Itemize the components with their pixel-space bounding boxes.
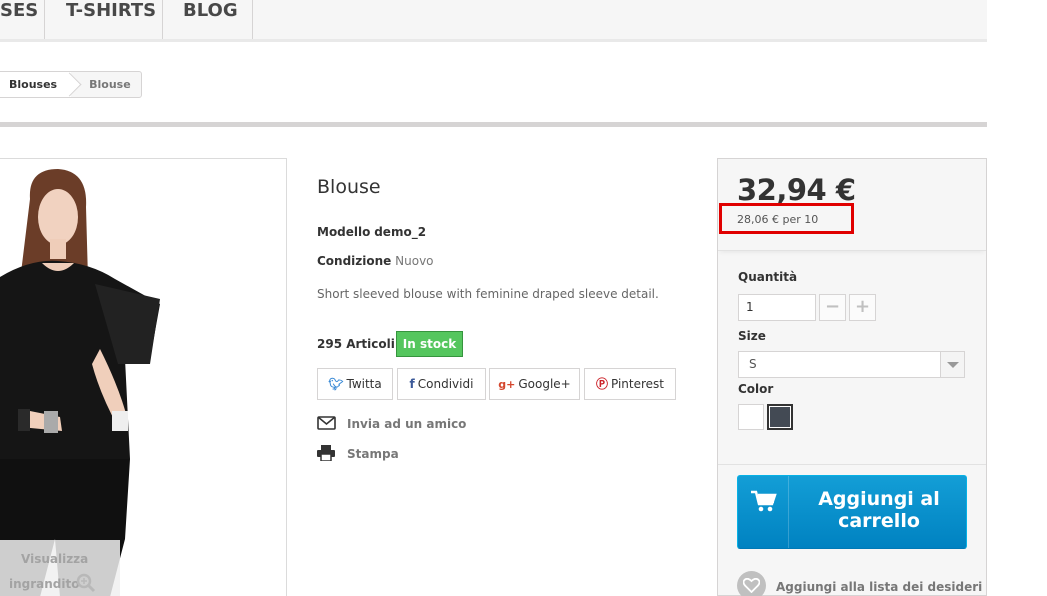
googleplus-share-label: Google+	[518, 377, 571, 391]
product-description: Short sleeved blouse with feminine drape…	[317, 287, 659, 301]
send-to-friend-label: Invia ad un amico	[347, 417, 467, 431]
pinterest-share-button[interactable]: Ⓟ Pinterest	[584, 368, 676, 400]
quantity-input[interactable]: 1	[738, 294, 816, 321]
facebook-share-label: Condividi	[417, 377, 474, 391]
nav-item-dresses[interactable]: SES	[0, 0, 45, 39]
breadcrumb: Blouses Blouse	[0, 71, 142, 98]
size-select[interactable]: S	[738, 351, 965, 378]
printer-icon	[317, 445, 335, 461]
quantity-available: 295 Articoli	[317, 337, 395, 351]
zoom-label-line2: ingrandito	[9, 577, 80, 591]
product-title: Blouse	[317, 176, 381, 198]
breadcrumb-item-blouses[interactable]: Blouses	[0, 72, 72, 97]
nav-item-tshirts[interactable]: T-SHIRTS	[45, 0, 163, 39]
product-condition: Condizione Nuovo	[317, 254, 434, 268]
breadcrumb-label: Blouse	[89, 78, 131, 91]
magnifier-icon	[76, 573, 96, 593]
reference-value: demo_2	[374, 225, 427, 239]
add-to-cart-area: Aggiungi al carrello Aggiungi alla lista…	[718, 464, 986, 596]
nav-item-blog[interactable]: BLOG	[163, 0, 253, 39]
pinterest-share-label: Pinterest	[611, 377, 665, 391]
googleplus-icon: g+	[498, 378, 516, 391]
nav-item-label: BLOG	[183, 0, 238, 21]
twitter-share-label: Twitta	[346, 377, 382, 391]
chevron-down-icon	[940, 352, 964, 377]
view-larger-button[interactable]: Visualizza ingrandito	[0, 540, 120, 596]
color-swatch-white[interactable]	[738, 404, 764, 430]
wishlist-label: Aggiungi alla lista dei desideri	[776, 580, 983, 594]
facebook-share-button[interactable]: f Condividi	[397, 368, 486, 400]
product-photo	[0, 169, 160, 596]
condition-label: Condizione	[317, 254, 392, 268]
quantity-decrease-button[interactable]: −	[819, 294, 846, 321]
heart-icon-circle	[737, 571, 766, 596]
size-label: Size	[738, 329, 766, 343]
print-label: Stampa	[347, 447, 399, 461]
minus-icon: −	[824, 296, 841, 317]
twitter-icon: 🐦︎	[328, 377, 344, 391]
quantity-increase-button[interactable]: +	[849, 294, 876, 321]
zoom-label-line1: Visualizza	[21, 552, 89, 566]
nav-item-label: SES	[0, 0, 39, 21]
product-price: 32,94 €	[737, 173, 856, 207]
product-reference: Modello demo_2	[317, 225, 426, 239]
twitter-share-button[interactable]: 🐦︎ Twitta	[317, 368, 393, 400]
unit-price-highlight-box	[719, 203, 854, 234]
availability-badge: In stock	[396, 331, 463, 357]
condition-value: Nuovo	[395, 254, 434, 268]
breadcrumb-item-current: Blouse	[71, 72, 141, 97]
cart-icon-wrapper	[738, 476, 789, 548]
product-image-frame[interactable]	[0, 158, 287, 596]
cart-icon	[751, 490, 777, 512]
add-to-cart-label: Aggiungi al carrello	[818, 488, 940, 532]
color-swatch-dark[interactable]	[767, 404, 793, 430]
reference-label: Modello	[317, 225, 371, 239]
size-selected-value: S	[749, 357, 757, 371]
nav-item-label: T-SHIRTS	[66, 0, 157, 21]
top-navigation: SES T-SHIRTS BLOG	[0, 0, 987, 42]
pinterest-icon: Ⓟ	[595, 377, 608, 391]
breadcrumb-label: Blouses	[9, 78, 58, 91]
envelope-icon	[317, 416, 336, 430]
facebook-icon: f	[409, 377, 415, 391]
add-to-cart-button[interactable]: Aggiungi al carrello	[737, 475, 967, 549]
heart-icon	[743, 578, 760, 593]
plus-icon: +	[854, 296, 871, 317]
section-divider	[0, 122, 987, 127]
quantity-label: Quantità	[738, 270, 798, 284]
color-label: Color	[738, 382, 774, 396]
googleplus-share-button[interactable]: g+ Google+	[489, 368, 580, 400]
